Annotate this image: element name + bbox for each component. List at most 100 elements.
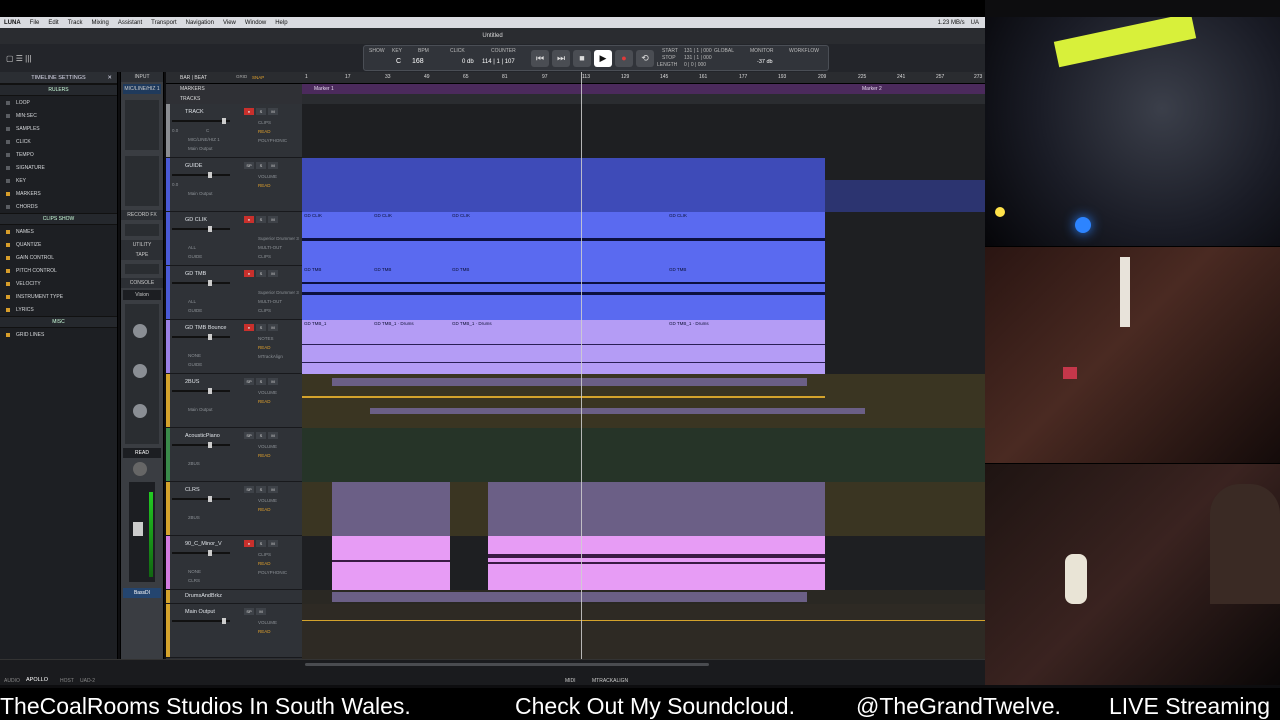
mute-button[interactable]: M [268,378,278,385]
checkbox[interactable] [6,294,10,299]
out-value[interactable]: 2BUS [188,515,200,520]
spill-button[interactable]: SP [244,378,254,385]
automation-mode[interactable]: READ [123,448,161,458]
menu-help[interactable]: Help [275,20,287,26]
pan-knob[interactable] [133,462,147,476]
monitor-value[interactable]: -37 db [757,59,773,65]
setting-item[interactable]: PITCH CONTROL [0,264,117,277]
record-arm-button[interactable]: ● [244,270,254,277]
view-toggle-icon[interactable]: ▢ ☰ ||| [6,54,31,63]
checkbox[interactable] [6,191,10,196]
console-select[interactable]: Vision [123,290,161,300]
setting-item[interactable]: MIN:SEC [0,109,117,122]
view-value[interactable]: VOLUME [258,620,277,625]
gd-tmb-bounce-region[interactable]: GD TMB_1 GD TMB_1 · Drums GD TMB_1 · Dru… [302,320,825,374]
track-name[interactable]: 2BUS [185,379,199,385]
warp-value[interactable]: MTrackAlign [258,354,283,359]
track-name[interactable]: GUIDE [185,163,202,169]
solo-button[interactable]: S [256,162,266,169]
out-value[interactable]: GUIDE [188,362,202,367]
track-header-gd-tmb-bounce[interactable]: GD TMB Bounce ● S M NOTES READ MTrackAlign… [166,320,302,374]
solo-button[interactable]: S [256,540,266,547]
warp-value[interactable]: POLYPHONIC [258,138,287,143]
menu-window[interactable]: Window [245,20,266,26]
input-value[interactable]: NONE [188,569,201,574]
track-name[interactable]: GD CLIK [185,217,207,223]
midi-clip-1[interactable] [332,536,450,590]
eq-knobs[interactable] [125,304,159,444]
menu-file[interactable]: File [30,20,40,26]
track-name[interactable]: 90_C_Minor_V [185,541,222,547]
setting-item[interactable]: SAMPLES [0,122,117,135]
checkbox[interactable] [6,126,10,131]
arrange-area[interactable]: GD CLIK GD CLIK GD CLIK GD CLIK GD TMB G… [302,72,985,659]
grid-label[interactable]: GRID [236,74,247,79]
out-value[interactable]: GUIDE [188,308,202,313]
volume-fader[interactable] [172,496,230,502]
out-value[interactable]: Main Output [188,191,213,196]
out-value[interactable]: 2BUS [188,461,200,466]
play-button[interactable]: ▶ [594,50,612,67]
gd-tmb-region[interactable]: GD TMB GD TMB GD TMB GD TMB [302,266,825,320]
track-header-main-output[interactable]: Main Output SP M VOLUME READ [166,604,302,658]
solo-button[interactable]: S [256,378,266,385]
auto-value[interactable]: READ [258,345,271,350]
playhead[interactable] [581,72,582,659]
input-value[interactable]: MIC/LINE/HIZ 1 [188,137,220,142]
view-value[interactable]: NOTES [258,336,274,341]
gd-clik-region[interactable]: GD CLIK GD CLIK GD CLIK GD CLIK [302,212,825,266]
track-name[interactable]: CLRS [185,487,200,493]
menu-assistant[interactable]: Assistant [118,20,142,26]
warp-value[interactable]: POLYPHONIC [258,570,287,575]
track-header-guide[interactable]: GUIDE SP S M 0.0 Main Output VOLUME READ [166,158,302,212]
track-header-90-c-minor[interactable]: 90_C_Minor_V ● S M CLIPS READ POLYPHONIC N… [166,536,302,590]
view-value[interactable]: CLIPS [258,308,271,313]
checkbox[interactable] [6,332,10,337]
mute-button[interactable]: M [268,432,278,439]
solo-button[interactable]: S [256,270,266,277]
auto-value[interactable]: READ [258,507,271,512]
checkbox[interactable] [6,113,10,118]
solo-button[interactable]: S [256,324,266,331]
track-name[interactable]: Main Output [185,609,215,615]
inst-value[interactable]: Superior Drummer 3 [258,290,299,295]
input-select[interactable]: MIC/LINE/HIZ 1 [123,84,161,94]
mute-button[interactable]: M [268,108,278,115]
drums-and-brkz-lane[interactable] [302,590,985,604]
view-value[interactable]: CLIPS [258,120,271,125]
setting-item[interactable]: CLICK [0,135,117,148]
checkbox[interactable] [6,204,10,209]
view-value[interactable]: VOLUME [258,174,277,179]
setting-item[interactable]: GRID LINES [0,328,117,341]
knob[interactable] [133,404,147,418]
checkbox[interactable] [6,178,10,183]
key-value[interactable]: C [396,58,401,65]
volume-fader[interactable] [172,118,230,124]
solo-mode-value[interactable]: MULTI-OUT [258,245,282,250]
track-name[interactable]: TRACK [185,109,204,115]
out-value[interactable]: Main Output [188,407,213,412]
checkbox[interactable] [6,152,10,157]
out-value[interactable]: Main Output [188,146,213,151]
checkbox[interactable] [6,229,10,234]
midi-value[interactable]: ALL [188,299,196,304]
clips-show-header[interactable]: CLIPS SHOW [0,213,117,225]
marker-1[interactable]: Marker 1 [314,86,334,92]
volume-fader[interactable] [172,388,230,394]
track-name[interactable]: AcousticPiano [185,433,220,439]
mute-button[interactable]: M [268,270,278,277]
setting-item[interactable]: LOOP [0,96,117,109]
volume-fader[interactable] [172,334,230,340]
setting-item[interactable]: GAIN CONTROL [0,251,117,264]
stop-button[interactable]: ■ [573,50,591,67]
setting-item[interactable]: VELOCITY [0,277,117,290]
auto-value[interactable]: READ [258,629,271,634]
track-name[interactable]: DrumsAndBrkz [185,593,222,599]
track-header-acoustic-piano[interactable]: AcousticPiano SP S M VOLUME READ 2BUS [166,428,302,482]
track-header-track[interactable]: TRACK ● S M 0.0 C MIC/LINE/HIZ 1 Main Outp… [166,104,302,158]
view-value[interactable]: CLIPS [258,254,271,259]
mute-button[interactable]: M [268,486,278,493]
setting-item[interactable]: INSTRUMENT TYPE [0,290,117,303]
checkbox[interactable] [6,242,10,247]
view-value[interactable]: VOLUME [258,444,277,449]
